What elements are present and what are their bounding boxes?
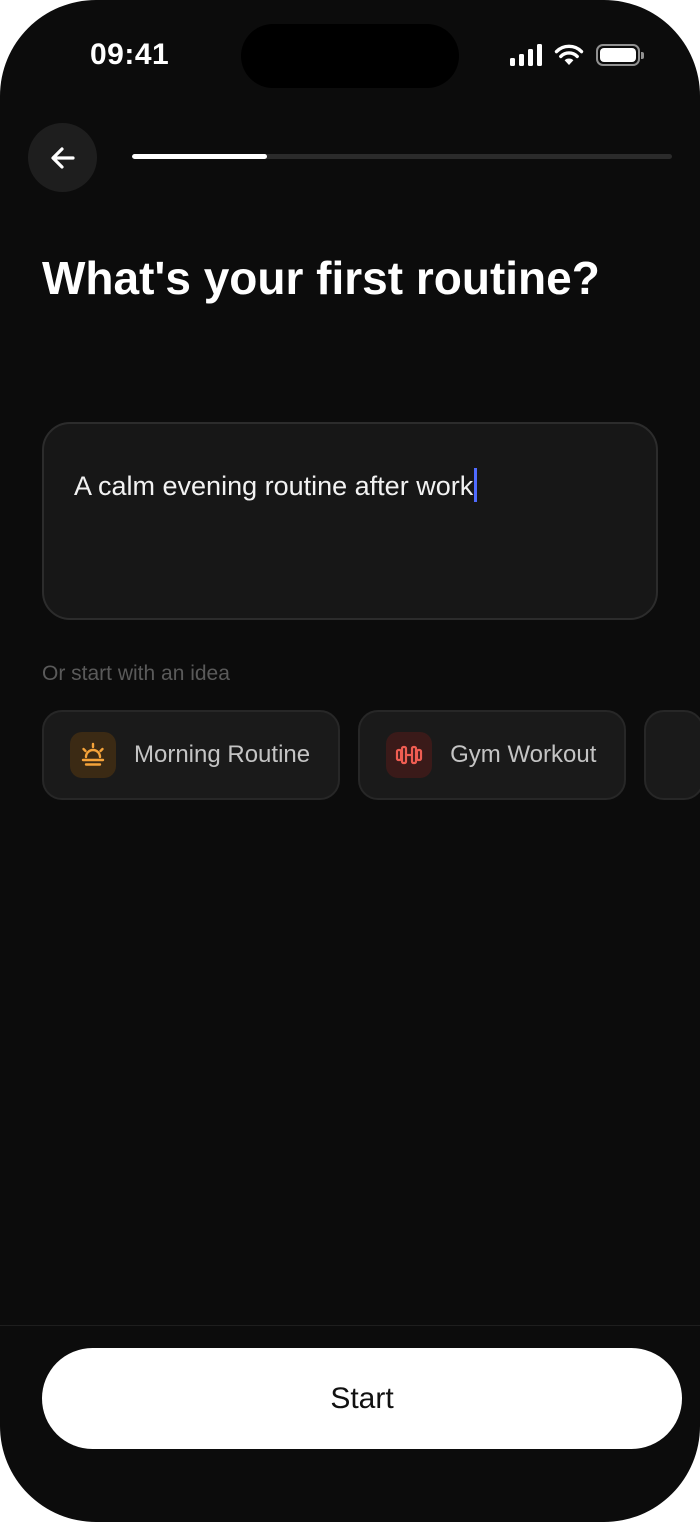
back-button[interactable] xyxy=(28,123,97,192)
page-title: What's your first routine? xyxy=(42,252,600,304)
idea-chip-label: Morning Routine xyxy=(134,741,311,768)
arrow-left-icon xyxy=(50,146,75,169)
cellular-signal-icon xyxy=(510,44,542,66)
ideas-label: Or start with an idea xyxy=(42,662,230,685)
dumbbell-icon xyxy=(386,732,433,778)
routine-input[interactable]: A calm evening routine after work xyxy=(42,422,658,620)
idea-chip-label: Gym Workout xyxy=(450,741,597,768)
wifi-icon xyxy=(554,44,584,65)
idea-chip-partial[interactable] xyxy=(644,710,700,800)
idea-chip-gym-workout[interactable]: Gym Workout xyxy=(358,710,627,800)
sunrise-icon xyxy=(70,732,116,778)
idea-chip-morning-routine[interactable]: Morning Routine xyxy=(42,710,341,800)
phone-screen: 09:41 What's your first routine? A calm … xyxy=(0,0,700,1522)
status-icons xyxy=(510,44,644,66)
progress-fill xyxy=(132,154,267,159)
routine-input-value: A calm evening routine after work xyxy=(74,471,474,501)
battery-icon xyxy=(596,44,644,66)
status-time: 09:41 xyxy=(90,38,170,71)
dynamic-island xyxy=(241,24,459,88)
start-button[interactable]: Start xyxy=(42,1348,682,1449)
footer-divider xyxy=(0,1325,700,1326)
idea-chips: Morning Routine Gym Workout xyxy=(42,710,700,800)
text-caret xyxy=(474,468,478,502)
progress-bar xyxy=(132,154,672,159)
